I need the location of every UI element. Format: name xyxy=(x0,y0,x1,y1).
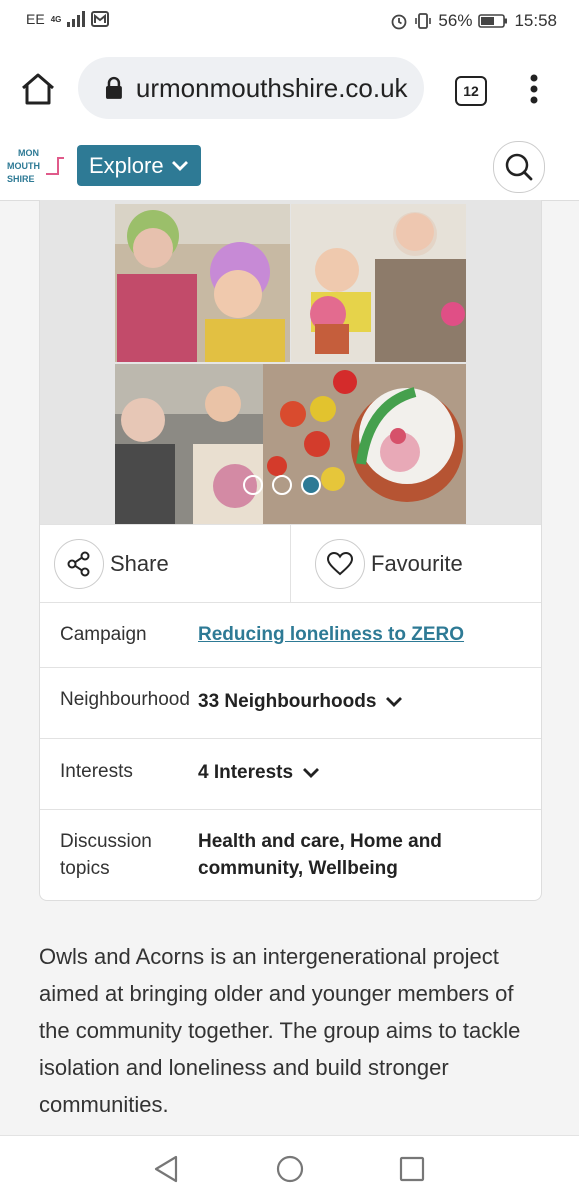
logo-line-3: SHIRE xyxy=(7,174,35,184)
heart-icon xyxy=(326,551,354,575)
discussion-topics-value: Health and care, Home and community, Wel… xyxy=(198,831,442,879)
explore-button[interactable]: Explore xyxy=(77,145,201,186)
chevron-down-icon xyxy=(303,767,320,778)
network-type-label: 4G xyxy=(50,14,62,24)
share-button[interactable]: Share xyxy=(40,525,290,602)
share-label: Share xyxy=(110,550,169,576)
lock-icon xyxy=(105,76,122,99)
interests-row[interactable]: Interests 4 Interests xyxy=(40,739,541,810)
tab-switcher-button[interactable]: 12 xyxy=(455,76,487,106)
share-icon xyxy=(67,551,90,576)
status-left: EE 4G xyxy=(26,11,110,27)
search-button[interactable] xyxy=(493,141,545,193)
chevron-down-icon xyxy=(386,696,403,707)
overflow-menu-icon[interactable] xyxy=(530,74,538,104)
discussion-topics-row: Discussion topics Health and care, Home … xyxy=(40,810,541,900)
clock-time: 15:58 xyxy=(514,11,557,30)
recents-icon[interactable] xyxy=(399,1156,425,1182)
system-nav-bar xyxy=(0,1135,579,1201)
neighbourhood-row[interactable]: Neighbourhood 33 Neighbourhoods xyxy=(40,668,541,739)
browser-toolbar: urmonmouthshire.co.uk 12 xyxy=(0,40,579,135)
site-header: MON MOUTH SHIRE Explore xyxy=(0,134,579,201)
vibrate-icon xyxy=(415,13,432,29)
explore-label: Explore xyxy=(89,152,164,178)
carousel-dot-1[interactable] xyxy=(243,475,263,495)
project-card: Share Favourite Campaign Reducing loneli… xyxy=(39,200,542,901)
favourite-label: Favourite xyxy=(371,550,463,576)
chevron-down-icon xyxy=(171,160,188,171)
page-content: Share Favourite Campaign Reducing loneli… xyxy=(0,200,579,1135)
search-icon xyxy=(505,153,533,181)
battery-icon xyxy=(478,14,508,28)
carousel-dot-3[interactable] xyxy=(301,475,321,495)
carousel-dots xyxy=(243,475,321,495)
url-text[interactable]: urmonmouthshire.co.uk xyxy=(136,73,424,104)
carrier-label: EE xyxy=(26,11,45,27)
alarm-icon xyxy=(392,14,407,30)
logo-line-1: MON xyxy=(18,148,39,158)
campaign-value-wrapper: Reducing loneliness to ZERO xyxy=(198,621,498,648)
campaign-link[interactable]: Reducing loneliness to ZERO xyxy=(198,621,464,648)
share-icon-circle xyxy=(54,538,104,589)
interests-value-wrapper[interactable]: 4 Interests xyxy=(198,759,498,786)
home-circle-icon[interactable] xyxy=(275,1154,305,1184)
neighbourhood-value-wrapper[interactable]: 33 Neighbourhoods xyxy=(198,688,498,715)
battery-percent: 56% xyxy=(438,11,473,30)
campaign-label: Campaign xyxy=(60,624,147,645)
logo-mark: MON MOUTH SHIRE xyxy=(7,148,64,184)
neighbourhood-label: Neighbourhood xyxy=(60,689,190,710)
project-description: Owls and Acorns is an intergenerational … xyxy=(39,944,521,1117)
home-icon[interactable] xyxy=(20,73,56,105)
neighbourhood-value: 33 Neighbourhoods xyxy=(198,691,377,712)
address-bar[interactable]: urmonmouthshire.co.uk xyxy=(78,57,424,119)
interests-label: Interests xyxy=(60,761,133,782)
carousel-dot-2[interactable] xyxy=(272,475,292,495)
discussion-topics-label: Discussion topics xyxy=(60,831,152,879)
campaign-row: Campaign Reducing loneliness to ZERO xyxy=(40,602,541,668)
heart-icon-circle xyxy=(315,538,365,589)
favourite-button[interactable]: Favourite xyxy=(290,525,541,602)
site-logo[interactable]: MON MOUTH SHIRE xyxy=(6,146,66,188)
logo-line-2: MOUTH xyxy=(7,161,40,171)
interests-value: 4 Interests xyxy=(198,762,294,783)
back-icon[interactable] xyxy=(152,1154,180,1184)
status-bar: EE 4G 56% 15:58 xyxy=(0,0,579,40)
mail-icon xyxy=(91,11,110,27)
status-right: 56% 15:58 xyxy=(390,11,557,31)
image-carousel[interactable] xyxy=(40,200,541,524)
action-bar: Share Favourite xyxy=(40,524,541,603)
signal-icon xyxy=(67,11,86,27)
